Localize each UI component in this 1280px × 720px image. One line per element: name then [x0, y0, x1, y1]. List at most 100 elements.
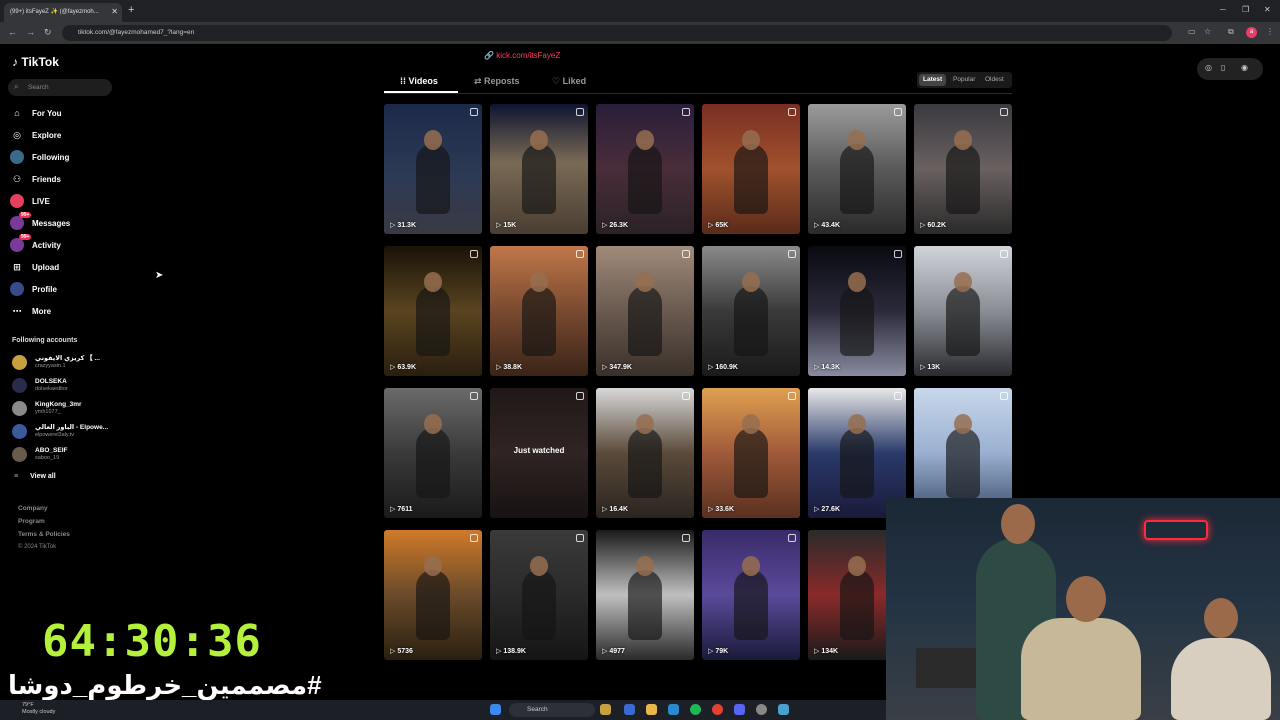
photo-mode-icon [788, 534, 796, 542]
person-head [848, 272, 866, 292]
profile-icon [10, 282, 24, 296]
forward-icon[interactable]: → [26, 27, 35, 37]
following-account[interactable]: KingKong_3mr ymh1077_ [12, 398, 82, 418]
discord-icon[interactable] [734, 704, 745, 715]
sort-latest[interactable]: Latest [919, 74, 947, 86]
nav-messages[interactable]: 99+ Messages [10, 212, 70, 231]
person-head [954, 130, 972, 150]
video-thumbnail[interactable]: ▷ 14.3K [808, 246, 906, 376]
video-thumbnail[interactable]: ▷ 65K [702, 104, 800, 234]
video-thumbnail[interactable]: Just watched [490, 388, 588, 518]
back-icon[interactable]: ← [8, 27, 17, 37]
close-tab-icon[interactable]: ✕ [111, 7, 118, 16]
video-thumbnail[interactable]: ▷ 79K [702, 530, 800, 660]
browser-tab[interactable]: (99+) itsFayeZ ✨ (@fayezmoh... ✕ [4, 3, 122, 22]
file-explorer-icon[interactable] [646, 704, 657, 715]
video-thumbnail[interactable]: ▷ 26.3K [596, 104, 694, 234]
avatar [12, 423, 27, 439]
nav-upload[interactable]: ⊞ Upload [10, 259, 59, 275]
app-icon[interactable] [756, 704, 767, 715]
nav-live[interactable]: LIVE [10, 193, 50, 209]
tiktok-logo[interactable]: ♪ TikTok [12, 55, 59, 69]
profile-link[interactable]: 🔗 kick.com/itsFayeZ [484, 51, 560, 60]
sort-popular[interactable]: Popular [949, 74, 979, 86]
extensions-icon[interactable]: ⧉ [1228, 27, 1234, 37]
minimize-icon[interactable]: ─ [1220, 5, 1226, 14]
window-close-icon[interactable]: ✕ [1264, 5, 1271, 14]
spotify-icon[interactable] [690, 704, 701, 715]
following-account[interactable]: DOLSEKA dolsekaeditor [12, 375, 68, 395]
footer-company[interactable]: Company [18, 505, 48, 512]
nav-more[interactable]: ⋯ More [10, 303, 52, 319]
maximize-icon[interactable]: ❐ [1242, 5, 1249, 14]
photo-mode-icon [788, 392, 796, 400]
sort-oldest[interactable]: Oldest [981, 74, 1008, 86]
address-bar[interactable]: tiktok.com/@fayezmohamed7_?lang=en [62, 25, 1172, 41]
weather-widget[interactable]: 79°F Mostly cloudy [22, 702, 55, 716]
video-thumbnail[interactable]: ▷ 16.4K [596, 388, 694, 518]
video-thumbnail[interactable]: ▷ 138.9K [490, 530, 588, 660]
footer-program[interactable]: Program [18, 518, 45, 525]
person-head [848, 130, 866, 150]
following-account[interactable]: ABO_SEIF saboo_19 [12, 444, 68, 464]
nav-for-you[interactable]: ⌂ For You [10, 105, 61, 121]
app-icon[interactable] [624, 704, 635, 715]
video-thumbnail[interactable]: ▷ 13K [914, 246, 1012, 376]
view-all-link[interactable]: ≡ View all [14, 473, 56, 480]
footer-terms[interactable]: Terms & Policies [18, 531, 70, 538]
video-thumbnail[interactable]: ▷ 4977 [596, 530, 694, 660]
edge-icon[interactable] [668, 704, 679, 715]
photo-mode-icon [788, 108, 796, 116]
reload-icon[interactable]: ↻ [44, 27, 52, 38]
nav-activity[interactable]: 99+ Activity [10, 234, 61, 253]
menu-icon[interactable]: ⋮ [1266, 27, 1274, 36]
cast-icon[interactable]: ▭ [1188, 27, 1196, 36]
tab-reposts[interactable]: ⇄ Reposts [474, 76, 520, 87]
nav-profile[interactable]: Profile [10, 281, 57, 297]
video-thumbnail[interactable]: ▷ 31.3K [384, 104, 482, 234]
nav-following[interactable]: Following [10, 149, 69, 165]
photo-mode-icon [470, 534, 478, 542]
view-count: ▷ 43.4K [814, 222, 841, 229]
avatar[interactable]: ◉ [1241, 63, 1248, 72]
video-thumbnail[interactable]: ▷ 15K [490, 104, 588, 234]
video-thumbnail[interactable]: ▷ 33.6K [702, 388, 800, 518]
person-head [636, 414, 654, 434]
view-count: ▷ 15K [496, 222, 517, 229]
bookmark-star-icon[interactable]: ☆ [1204, 27, 1211, 36]
browser-profile-avatar[interactable]: a [1246, 27, 1257, 38]
heart-icon: ♡ [552, 76, 563, 86]
upload-icon: ⊞ [13, 261, 21, 272]
video-thumbnail[interactable]: ▷ 7611 [384, 388, 482, 518]
tab-videos[interactable]: ⁞⁞ Videos [400, 76, 438, 86]
windows-start-icon[interactable] [490, 704, 501, 715]
following-account[interactable]: كريزي الايفوني 【 ... crazyyasin.1 [12, 352, 100, 372]
following-account[interactable]: الباور العالي - Elpowe... elpowerel3aly.t… [12, 421, 108, 441]
video-thumbnail[interactable]: ▷ 60.2K [914, 104, 1012, 234]
view-count: ▷ 138.9K [496, 648, 526, 655]
nav-explore[interactable]: ◎ Explore [10, 127, 61, 143]
video-thumbnail[interactable]: ▷ 160.9K [702, 246, 800, 376]
compass-icon[interactable]: ◎ [1205, 63, 1212, 72]
photo-mode-icon [470, 108, 478, 116]
view-count: ▷ 5736 [390, 648, 413, 655]
avatar [12, 446, 27, 462]
friends-icon: ⚇ [12, 173, 22, 184]
new-tab-icon[interactable]: + [128, 4, 134, 16]
video-thumbnail[interactable]: ▷ 43.4K [808, 104, 906, 234]
video-thumbnail[interactable]: ▷ 347.9K [596, 246, 694, 376]
video-thumbnail[interactable]: ▷ 63.9K [384, 246, 482, 376]
search-input[interactable]: ⌕ Search [8, 79, 112, 96]
video-thumbnail[interactable]: ▷ 38.8K [490, 246, 588, 376]
person-head [530, 272, 548, 292]
widget-icon[interactable] [600, 704, 611, 715]
nav-friends[interactable]: ⚇ Friends [10, 171, 61, 187]
tab-title: (99+) itsFayeZ ✨ (@fayezmoh... [10, 9, 99, 15]
app-icon[interactable] [778, 704, 789, 715]
video-thumbnail[interactable]: ▷ 5736 [384, 530, 482, 660]
taskbar-search[interactable]: Search [509, 703, 595, 717]
person-figure [416, 428, 450, 498]
phone-icon[interactable]: ▯ [1221, 63, 1225, 72]
tab-liked[interactable]: ♡ Liked [552, 76, 586, 87]
chrome-icon[interactable] [712, 704, 723, 715]
